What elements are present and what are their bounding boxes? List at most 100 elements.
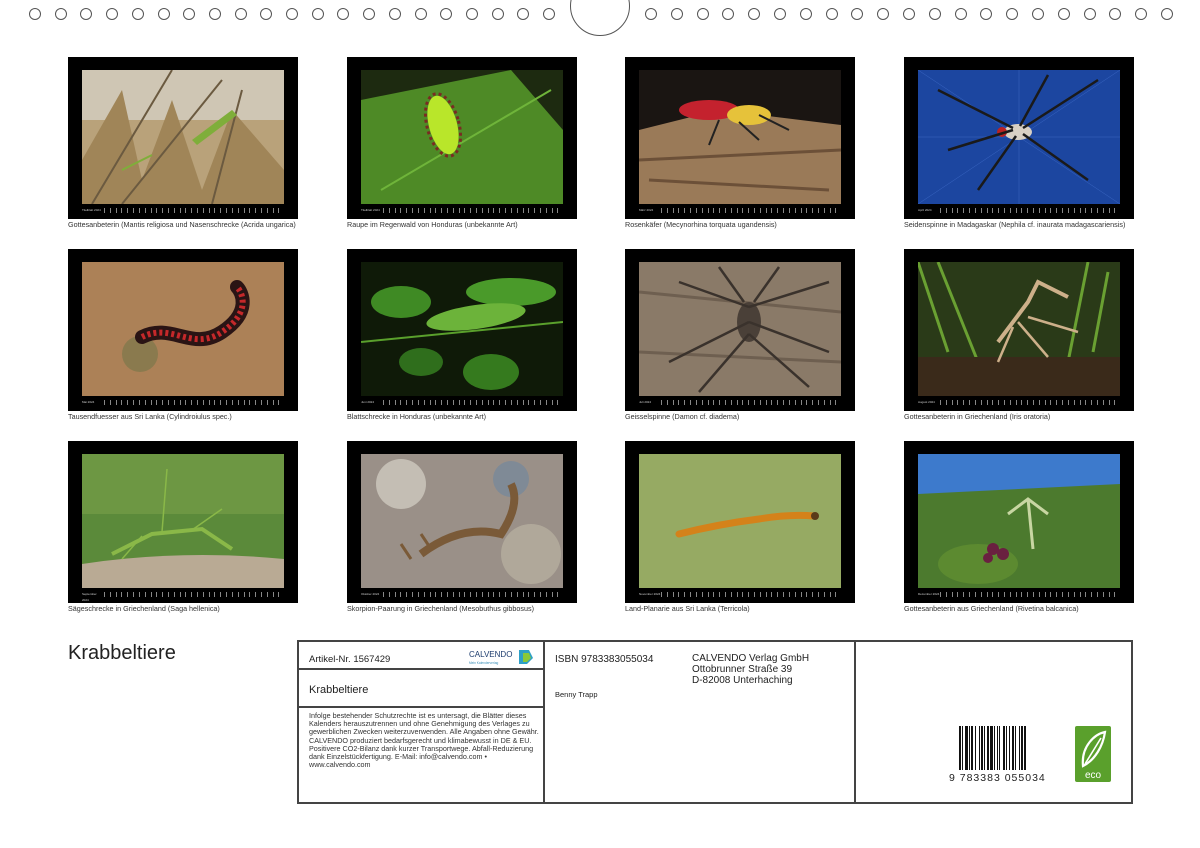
thumb-caption: Raupe im Regenwald von Honduras (unbekan… xyxy=(347,220,518,229)
day-strip: Juni 2024 xyxy=(361,399,563,405)
thumb-caption: Rosenkäfer (Mecynorhina torquata uganden… xyxy=(625,220,777,229)
day-strip: Oktober 2024 xyxy=(361,591,563,597)
thumb-caption: Sägeschrecke in Griechenland (Saga helle… xyxy=(68,604,220,613)
thumb-frame: September 2024 xyxy=(68,441,298,603)
thumb-caption: Skorpion-Paarung in Griechenland (Mesobu… xyxy=(347,604,534,613)
month-label: April 2024 xyxy=(918,208,932,212)
binding-ring xyxy=(208,8,221,20)
thumb-caption: Seidenspinne in Madagaskar (Nephila cf. … xyxy=(904,220,1126,229)
binding-ring xyxy=(234,8,247,20)
barcode-number: 9 783383 055034 xyxy=(949,772,1046,784)
day-strip: Juli 2024 xyxy=(639,399,841,405)
beetle-photo xyxy=(639,70,841,204)
month-label: August 2024 xyxy=(918,400,935,404)
thumb-frame: November 2024 xyxy=(625,441,855,603)
thumb-caption: Gottesanbeterin in Griechenland (Iris or… xyxy=(904,412,1051,421)
divider xyxy=(299,668,545,670)
binding-ring xyxy=(1032,8,1044,20)
scorpion-photo xyxy=(361,454,563,588)
calvendo-logo-text: CALVENDO xyxy=(469,650,512,659)
binding-ring xyxy=(286,8,298,20)
whip-spider-photo xyxy=(639,262,841,396)
binding-ring xyxy=(440,8,453,20)
binding-ring xyxy=(1006,8,1019,20)
binding-ring xyxy=(670,8,683,20)
millipede-photo xyxy=(82,262,284,396)
mantis-grass-photo xyxy=(82,70,284,204)
divider xyxy=(543,642,545,802)
isbn: ISBN 9783383055034 xyxy=(555,654,654,665)
month-label: November 2024 xyxy=(639,592,661,596)
calvendo-logo-tagline: Mein Kalenderverlag xyxy=(469,661,498,665)
thumb-caption: Gottesanbeterin aus Griechenland (Riveti… xyxy=(904,604,1079,613)
binding-ring xyxy=(903,8,915,20)
month-label: Juni 2024 xyxy=(361,400,375,404)
eco-label: eco xyxy=(1085,770,1102,781)
binding-ring xyxy=(1083,8,1096,20)
thumb-frame: Juli 2024 xyxy=(625,249,855,411)
month-label: Titelblatt 2024 xyxy=(82,208,101,212)
binding-ring xyxy=(260,8,273,20)
rivetina-mantis-photo xyxy=(918,454,1120,588)
binding-ring xyxy=(722,8,735,20)
thumb-caption: Tausendfuesser aus Sri Lanka (Cylindroiu… xyxy=(68,412,232,421)
day-strip: Titelblatt 2024 xyxy=(361,207,563,213)
month-label: Oktober 2024 xyxy=(361,592,380,596)
day-strip: Mai 2024 xyxy=(82,399,284,405)
binding-ring xyxy=(337,8,350,20)
binding-ring xyxy=(851,8,864,20)
binding-ring xyxy=(980,8,993,20)
binding-ring xyxy=(491,8,504,20)
month-label: Titelblatt 2024 xyxy=(361,208,380,212)
divider xyxy=(299,706,545,708)
day-strip: August 2024 xyxy=(918,399,1120,405)
thumb-frame: Juni 2024 xyxy=(347,249,577,411)
month-label: September 2024 xyxy=(82,592,97,602)
binding-ring xyxy=(465,8,478,20)
day-strip: April 2024 xyxy=(918,207,1120,213)
month-label: Juli 2024 xyxy=(639,400,652,404)
binding-ring xyxy=(774,8,786,20)
hanger-cutout xyxy=(570,0,630,36)
binding-ring xyxy=(799,8,812,20)
binding-rings xyxy=(0,0,1200,36)
binding-ring xyxy=(543,8,555,20)
thumb-frame: Mai 2024 xyxy=(68,249,298,411)
day-strip: November 2024 xyxy=(639,591,841,597)
thumb-frame: Oktober 2024 xyxy=(347,441,577,603)
barcode xyxy=(957,726,1053,772)
thumb-frame: Dezember 2024 xyxy=(904,441,1134,603)
thumb-caption: Land-Planarie aus Sri Lanka (Terricola) xyxy=(625,604,750,613)
thumb-frame: August 2024 xyxy=(904,249,1134,411)
day-strip: Dezember 2024 xyxy=(918,591,1120,597)
month-label: März 2024 xyxy=(639,208,654,212)
binding-ring xyxy=(1057,8,1070,20)
divider xyxy=(854,642,856,802)
thumb-caption: Gottesanbeterin (Mantis religiosa und Na… xyxy=(68,220,296,229)
publisher-name: CALVENDO Verlag GmbH xyxy=(692,653,810,664)
calendar-title: Krabbeltiere xyxy=(68,642,176,664)
calvendo-logo: CALVENDO Mein Kalenderverlag xyxy=(469,648,535,666)
day-strip: September 2024 xyxy=(82,591,284,602)
binding-ring xyxy=(388,8,401,20)
caterpillar-leaf-photo xyxy=(361,70,563,204)
author: Benny Trapp xyxy=(555,690,598,699)
eco-badge: eco xyxy=(1075,726,1111,782)
day-strip: März 2024 xyxy=(639,207,841,213)
legal-text: Infolge bestehender Schutzrechte ist es … xyxy=(309,711,539,770)
saga-cricket-photo xyxy=(82,454,284,588)
binding-ring xyxy=(517,8,530,20)
mantis-iris-photo xyxy=(918,262,1120,396)
binding-ring xyxy=(825,8,838,20)
binding-ring xyxy=(80,8,93,20)
thumb-caption: Geisselspinne (Damon cf. diadema) xyxy=(625,412,740,421)
thumb-frame: April 2024 xyxy=(904,57,1134,219)
binding-ring xyxy=(131,8,144,20)
thumb-frame: Titelblatt 2024 xyxy=(68,57,298,219)
thumb-caption: Blattschrecke in Honduras (unbekannte Ar… xyxy=(347,412,487,421)
publisher-city: D-82008 Unterhaching xyxy=(692,675,793,686)
binding-ring xyxy=(106,8,119,20)
publisher-street: Ottobrunner Straße 39 xyxy=(692,664,793,675)
day-strip: Titelblatt 2024 xyxy=(82,207,284,213)
spider-web-photo xyxy=(918,70,1120,204)
